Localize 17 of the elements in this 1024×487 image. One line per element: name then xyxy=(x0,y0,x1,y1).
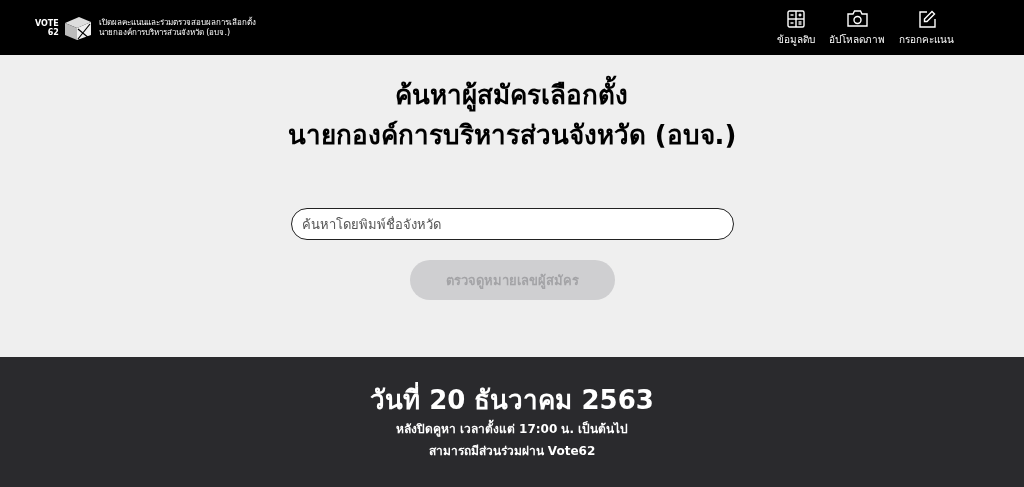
ballot-box-icon xyxy=(62,14,93,41)
grid-icon xyxy=(787,9,805,28)
search-field[interactable]: ค้นหาโดยพิมพ์ชื่อจังหวัด xyxy=(290,208,734,240)
page-title: ค้นหาผู้สมัครเลือกตั้ง xyxy=(395,75,629,115)
footer-text: สามารถมีส่วนร่วมผ่าน Vote62 xyxy=(428,443,596,460)
date-heading: วันที่ 20 ธันวาคม 2563 xyxy=(370,382,654,418)
tagline-text: นายกองค์การบริหารส่วนจังหวัด (อบจ.) xyxy=(98,27,232,38)
page-title: นายกองค์การบริหารส่วนจังหวัด (อบจ.) xyxy=(287,119,737,152)
nav-link[interactable]: ข้อมูลดิบ xyxy=(777,8,815,47)
nav-link[interactable]: อัปโหลดภาพ xyxy=(829,8,885,47)
footer-text: หลังปิดคูหา เวลาตั้งแต่ 17:00 น. เป็นต้นไป xyxy=(395,418,629,440)
nav-link[interactable]: กรอกคะแนน xyxy=(899,8,954,47)
camera-icon xyxy=(846,10,868,27)
pencil-icon xyxy=(917,9,936,28)
logo-text: VOTE xyxy=(35,18,59,28)
logo-number: 62 xyxy=(47,27,59,37)
tagline-text: เปิดผลคะแนนและร่วมตรวจสอบผลการเลือกตั้ง xyxy=(98,17,256,28)
